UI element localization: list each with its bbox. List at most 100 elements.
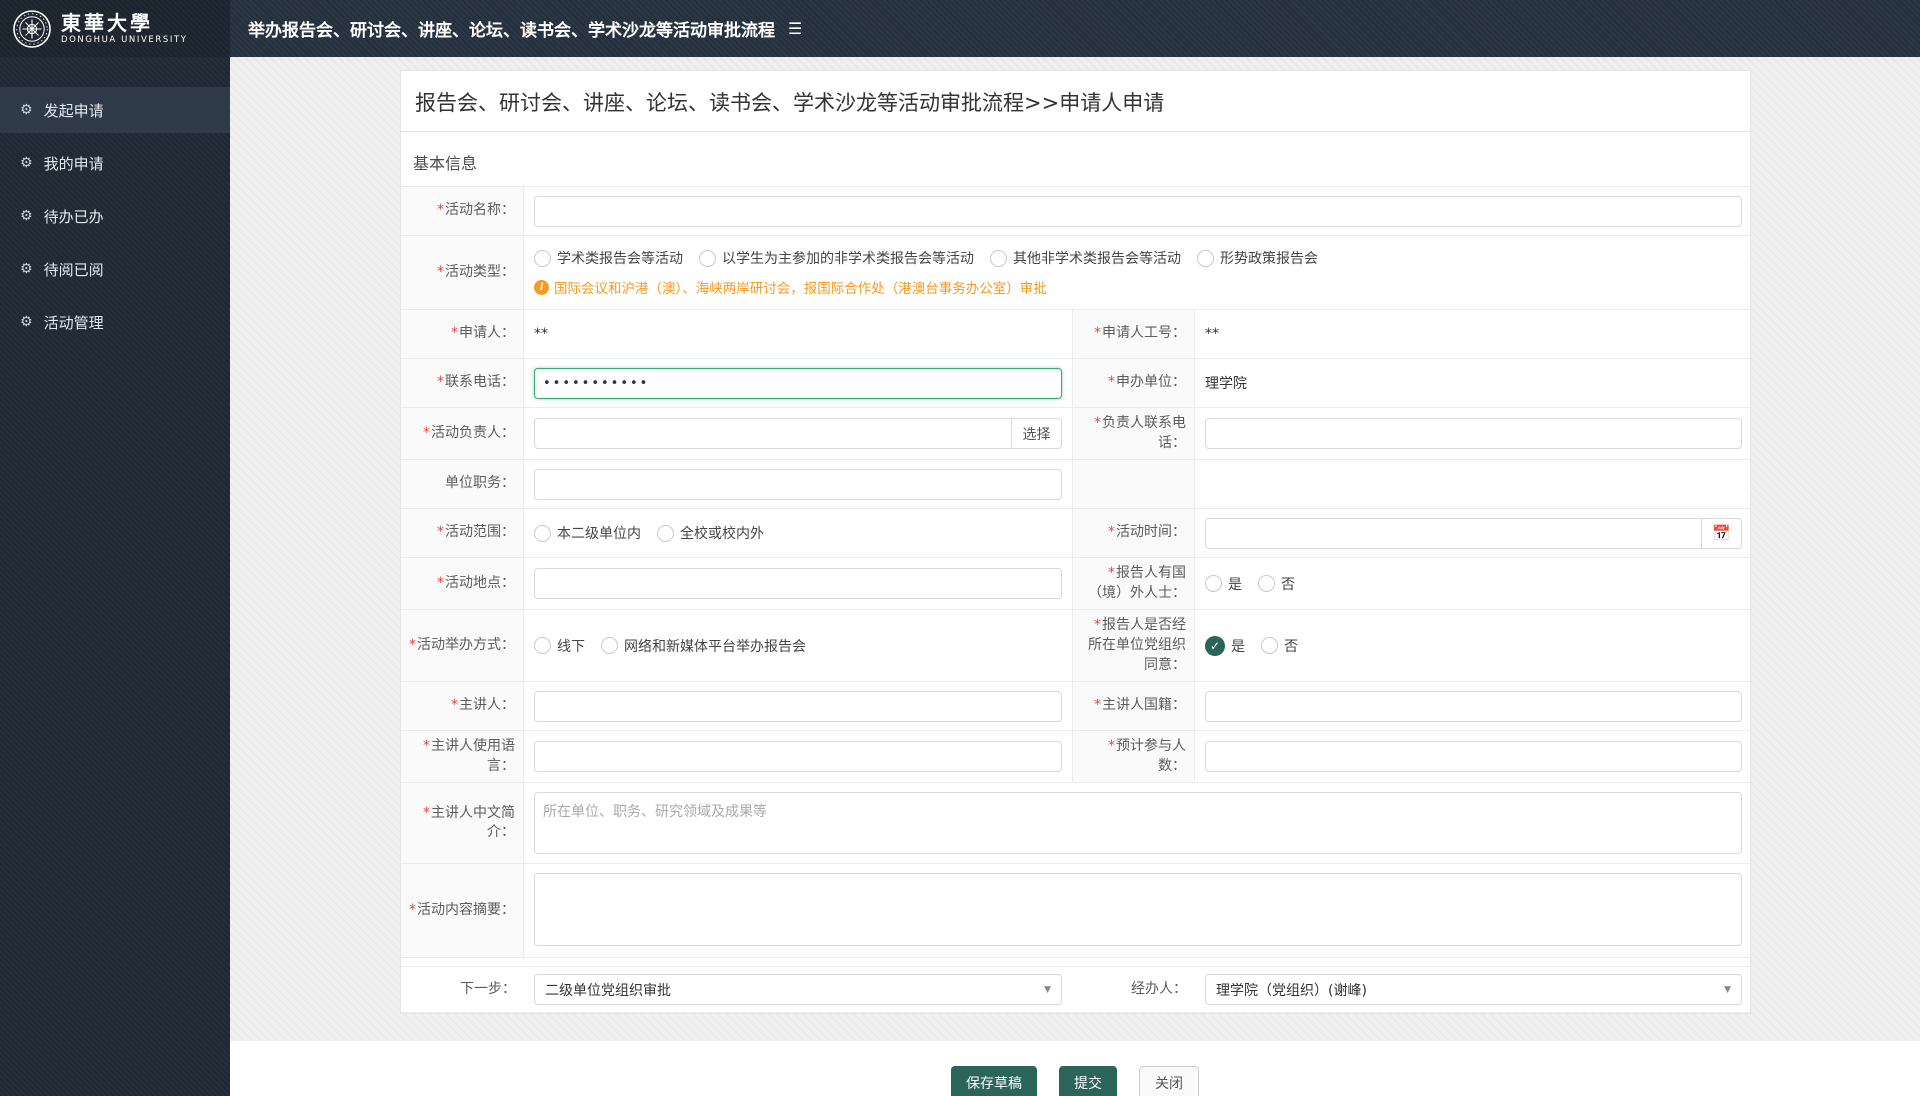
speaker-cell bbox=[524, 682, 1072, 730]
activity-type-label: *活动类型： bbox=[401, 236, 524, 309]
calendar-icon[interactable]: 📅 bbox=[1702, 518, 1742, 549]
gears-icon: ⚙ bbox=[20, 262, 33, 276]
speaker-bio-label: *主讲人中文简介： bbox=[401, 783, 524, 863]
form-row-speaker-bio: *主讲人中文简介： bbox=[401, 783, 1750, 864]
speaker-nationality-input[interactable] bbox=[1205, 691, 1742, 722]
chevron-down-icon: ▼ bbox=[1044, 985, 1051, 995]
sidebar-item-todo-done[interactable]: ⚙ 待办已办 bbox=[0, 193, 230, 239]
radio-option-offline[interactable]: 线下 bbox=[534, 636, 585, 656]
activity-mode-cell: 线下 网络和新媒体平台举办报告会 bbox=[524, 610, 1072, 681]
applicant-label: *申请人： bbox=[401, 310, 524, 358]
activity-scope-cell: 本二级单位内 全校或校内外 bbox=[524, 509, 1072, 557]
required-asterisk: * bbox=[437, 264, 444, 280]
speaker-language-input[interactable] bbox=[534, 741, 1062, 772]
page-title: 报告会、研讨会、讲座、论坛、读书会、学术沙龙等活动审批流程>>申请人申请 bbox=[401, 71, 1750, 132]
radio-option-foreign-yes[interactable]: 是 bbox=[1205, 574, 1242, 594]
section-title-basic-info: 基本信息 bbox=[413, 150, 1738, 174]
speaker-nationality-label: *主讲人国籍： bbox=[1072, 682, 1195, 730]
form-row-activity-type: *活动类型： 学术类报告会等活动 以学生为主参加的非学术类报告会等活 bbox=[401, 236, 1750, 310]
logo-area: 東華大學 DONGHUA UNIVERSITY bbox=[0, 0, 230, 57]
activity-place-cell bbox=[524, 558, 1072, 609]
university-logo-emblem bbox=[12, 9, 52, 49]
radio-option-academic[interactable]: 学术类报告会等活动 bbox=[534, 248, 683, 268]
foreign-speaker-label: *报告人有国（境）外人士： bbox=[1072, 558, 1195, 609]
speaker-label: *主讲人： bbox=[401, 682, 524, 730]
radio-option-student-nonacademic[interactable]: 以学生为主参加的非学术类报告会等活动 bbox=[699, 248, 974, 268]
leader-phone-cell bbox=[1195, 408, 1752, 459]
radio-unchecked-icon bbox=[657, 525, 674, 542]
radio-unchecked-icon bbox=[534, 525, 551, 542]
radio-option-policy-report[interactable]: 形势政策报告会 bbox=[1197, 248, 1318, 268]
info-circle-icon: i bbox=[534, 280, 549, 295]
leader-select-button[interactable]: 选择 bbox=[1012, 418, 1062, 449]
sidebar-item-initiate-application[interactable]: ⚙ 发起申请 bbox=[0, 87, 230, 133]
chevron-down-icon: ▼ bbox=[1724, 985, 1731, 995]
save-draft-button[interactable]: 保存草稿 bbox=[951, 1066, 1037, 1096]
sidebar-item-toread-read[interactable]: ⚙ 待阅已阅 bbox=[0, 246, 230, 292]
radio-unchecked-icon bbox=[1261, 637, 1278, 654]
form-row-activity-mode: *活动举办方式： 线下 网络和新媒体平台举办报告会 bbox=[401, 610, 1750, 682]
sidebar-item-label: 待办已办 bbox=[44, 206, 104, 227]
radio-option-campus-or-outside[interactable]: 全校或校内外 bbox=[657, 523, 764, 543]
speaker-input[interactable] bbox=[534, 691, 1062, 722]
international-approval-note: i 国际会议和沪港（澳）、海峡两岸研讨会，报国际合作处（港澳台事务办公室）审批 bbox=[534, 277, 1047, 297]
unit-position-cell bbox=[524, 460, 1072, 508]
expected-participants-input[interactable] bbox=[1205, 741, 1742, 772]
speaker-bio-textarea[interactable] bbox=[534, 792, 1742, 854]
activity-leader-label: *活动负责人： bbox=[401, 408, 524, 459]
activity-summary-cell bbox=[524, 864, 1752, 957]
hamburger-menu-icon[interactable]: ☰ bbox=[788, 21, 802, 37]
radio-option-consent-yes[interactable]: ✓ 是 bbox=[1205, 636, 1245, 656]
activity-name-input[interactable] bbox=[534, 196, 1742, 227]
radio-option-other-nonacademic[interactable]: 其他非学术类报告会等活动 bbox=[990, 248, 1181, 268]
activity-place-input[interactable] bbox=[534, 568, 1062, 599]
radio-option-foreign-no[interactable]: 否 bbox=[1258, 574, 1295, 594]
form-row-contact-phone: *联系电话： *申办单位： 理学院 bbox=[401, 359, 1750, 408]
gears-icon: ⚙ bbox=[20, 103, 33, 117]
expected-participants-cell bbox=[1195, 731, 1752, 782]
radio-option-online-media[interactable]: 网络和新媒体平台举办报告会 bbox=[601, 636, 806, 656]
next-step-dropdown[interactable]: 二级单位党组织审批 ▼ bbox=[534, 974, 1062, 1005]
form-row-activity-name: *活动名称： bbox=[401, 187, 1750, 236]
applying-unit-value: 理学院 bbox=[1195, 359, 1752, 407]
unit-position-input[interactable] bbox=[534, 469, 1062, 500]
activity-time-input[interactable] bbox=[1205, 518, 1702, 549]
radio-unchecked-icon bbox=[601, 637, 618, 654]
activity-leader-cell: 选择 bbox=[524, 408, 1072, 459]
submit-button[interactable]: 提交 bbox=[1059, 1066, 1117, 1096]
sidebar-item-activity-management[interactable]: ⚙ 活动管理 bbox=[0, 299, 230, 345]
form-row-activity-leader: *活动负责人： 选择 *负责人联系电话： bbox=[401, 408, 1750, 460]
form-row-applicant: *申请人： ** *申请人工号： ** bbox=[401, 310, 1750, 359]
form-row-speaker: *主讲人： *主讲人国籍： bbox=[401, 682, 1750, 731]
activity-leader-input[interactable] bbox=[534, 418, 1012, 449]
radio-option-consent-no[interactable]: 否 bbox=[1261, 636, 1298, 656]
leader-phone-label: *负责人联系电话： bbox=[1072, 408, 1195, 459]
empty-value-cell bbox=[1195, 460, 1752, 508]
gears-icon: ⚙ bbox=[20, 209, 33, 223]
unit-position-label: 单位职务： bbox=[401, 460, 524, 508]
app-title: 举办报告会、研讨会、讲座、论坛、读书会、学术沙龙等活动审批流程 bbox=[248, 16, 775, 41]
sidebar-item-label: 待阅已阅 bbox=[44, 259, 104, 280]
activity-name-label: *活动名称： bbox=[401, 187, 524, 235]
contact-phone-input[interactable] bbox=[534, 368, 1062, 399]
activity-summary-textarea[interactable] bbox=[534, 873, 1742, 946]
sidebar-item-label: 活动管理 bbox=[44, 312, 104, 333]
handler-dropdown[interactable]: 理学院（党组织）(谢峰) ▼ bbox=[1205, 974, 1742, 1005]
party-consent-cell: ✓ 是 否 bbox=[1195, 610, 1752, 681]
radio-unchecked-icon bbox=[699, 250, 716, 267]
activity-summary-label: *活动内容摘要： bbox=[401, 864, 524, 957]
radio-option-within-unit[interactable]: 本二级单位内 bbox=[534, 523, 641, 543]
close-button[interactable]: 关闭 bbox=[1139, 1066, 1199, 1096]
university-name-en: DONGHUA UNIVERSITY bbox=[61, 35, 188, 45]
next-step-cell: 二级单位党组织审批 ▼ bbox=[524, 967, 1072, 1012]
form-row-activity-scope: *活动范围： 本二级单位内 全校或校内外 bbox=[401, 509, 1750, 558]
leader-phone-input[interactable] bbox=[1205, 418, 1742, 449]
foreign-speaker-cell: 是 否 bbox=[1195, 558, 1752, 609]
speaker-bio-cell bbox=[524, 783, 1752, 863]
next-step-selected-value: 二级单位党组织审批 bbox=[545, 980, 671, 1000]
activity-type-options: 学术类报告会等活动 以学生为主参加的非学术类报告会等活动 其他非学术类报告会等活… bbox=[534, 248, 1318, 268]
gears-icon: ⚙ bbox=[20, 315, 33, 329]
radio-unchecked-icon bbox=[534, 637, 551, 654]
sidebar-item-my-applications[interactable]: ⚙ 我的申请 bbox=[0, 140, 230, 186]
activity-type-cell: 学术类报告会等活动 以学生为主参加的非学术类报告会等活动 其他非学术类报告会等活… bbox=[524, 236, 1752, 309]
